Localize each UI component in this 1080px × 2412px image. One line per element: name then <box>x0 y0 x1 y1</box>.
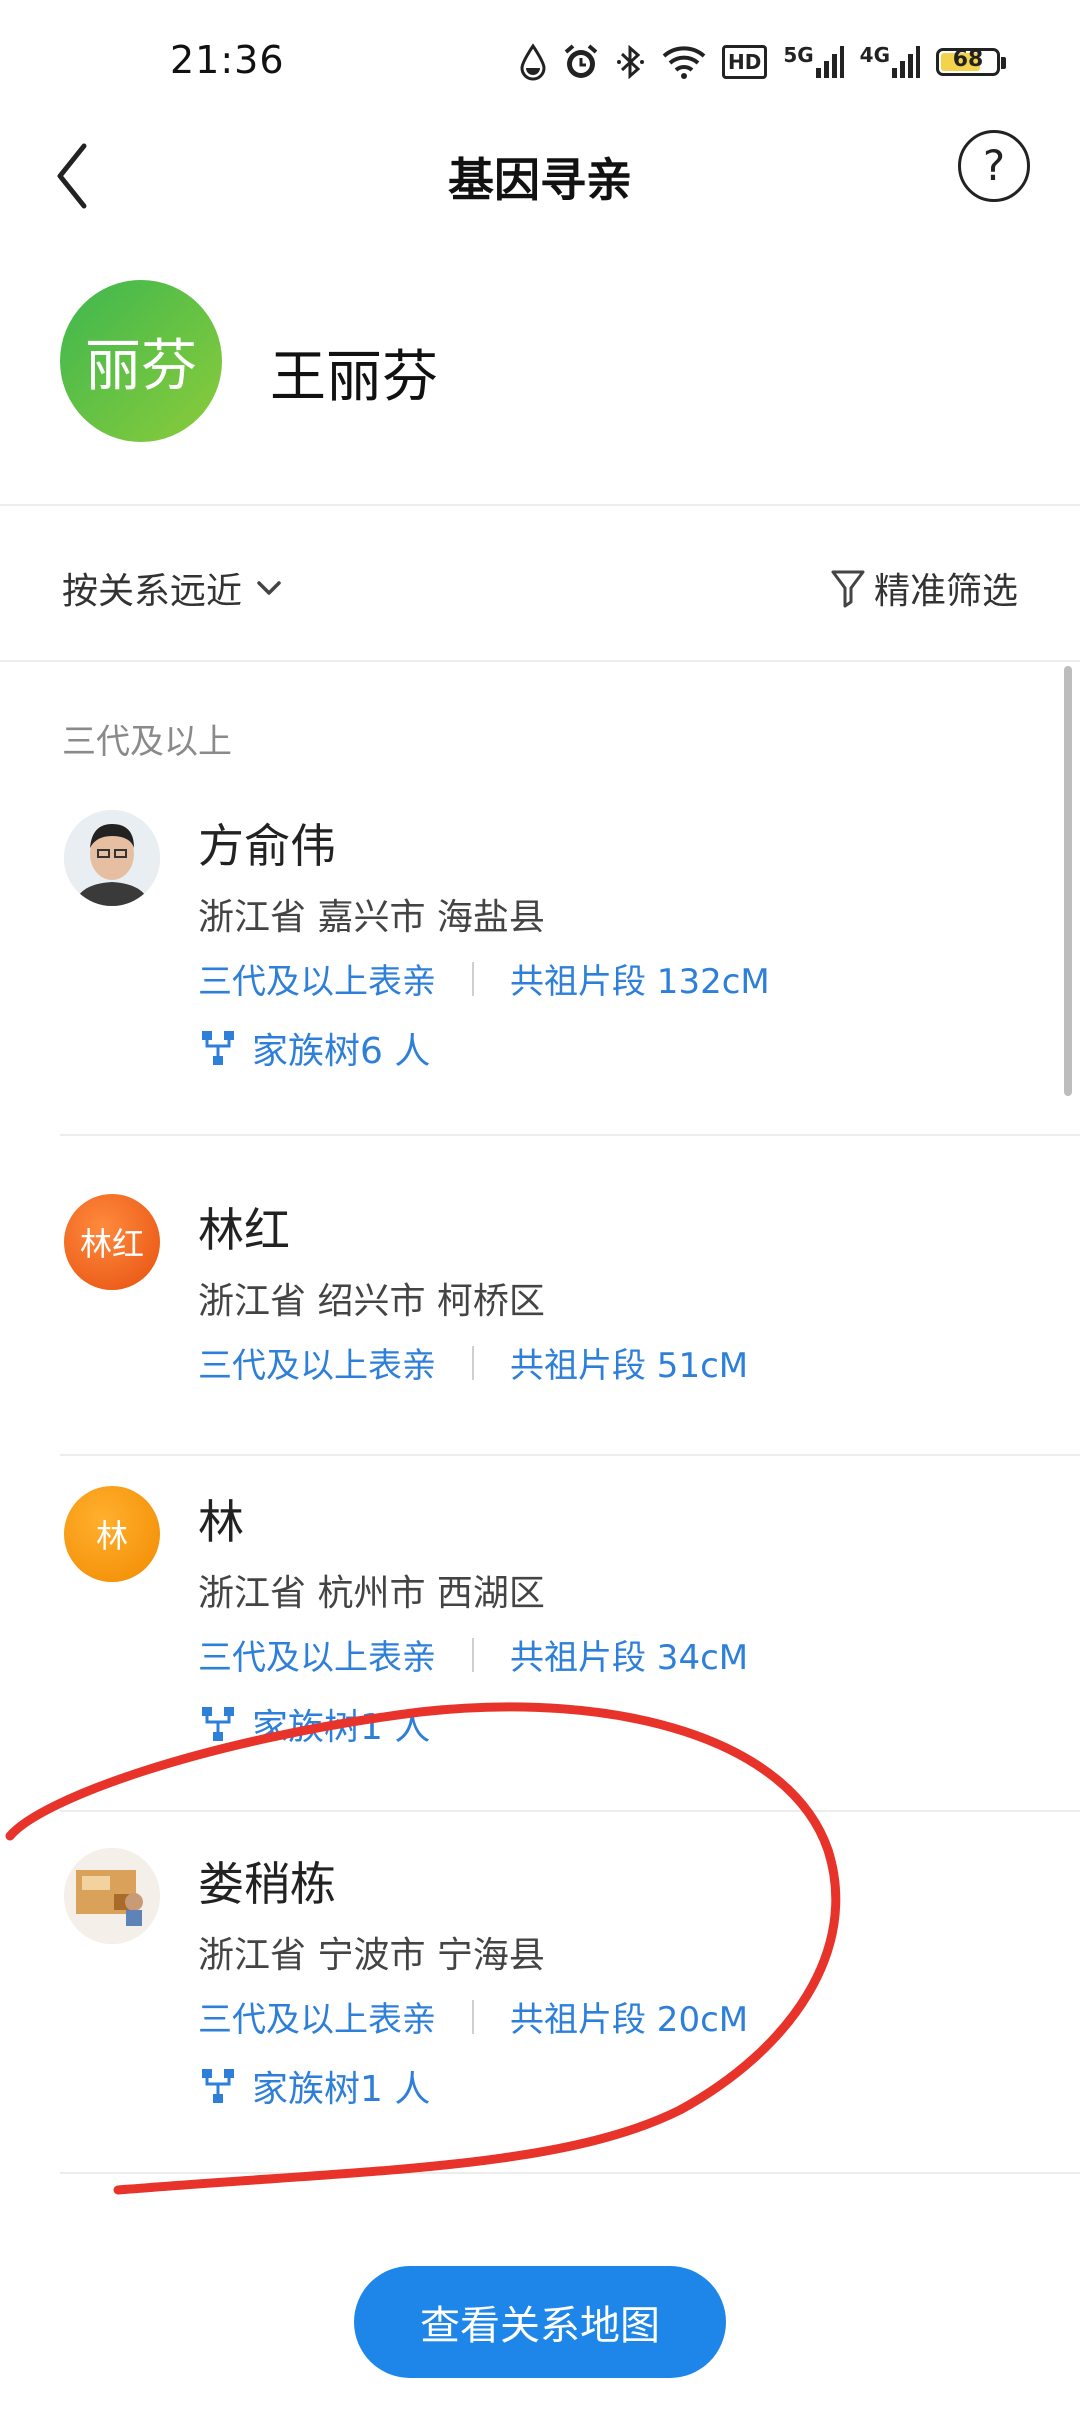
relation-label: 三代及以上表亲 <box>198 962 436 1002</box>
sort-dropdown[interactable]: 按关系远近 <box>62 562 284 614</box>
match-tags: 三代及以上表亲 共祖片段 132cM <box>198 954 770 1003</box>
chevron-down-icon <box>257 581 281 595</box>
match-name: 林红 <box>198 1203 290 1257</box>
segment-label: 共祖片段 132cM <box>510 962 770 1002</box>
photo-thumbnail-icon <box>64 1848 160 1944</box>
match-location: 浙江省 嘉兴市 海盐县 <box>198 897 545 938</box>
avatar <box>64 810 160 906</box>
match-name: 方俞伟 <box>198 819 336 873</box>
match-name: 林 <box>198 1495 244 1549</box>
profile-name: 王丽芬 <box>270 345 438 410</box>
wifi-icon <box>662 46 706 79</box>
help-button[interactable]: ? <box>958 130 1030 202</box>
family-tree-label: 家族树1 人 <box>252 1707 431 1748</box>
alarm-icon <box>564 44 598 78</box>
match-tags: 三代及以上表亲 共祖片段 51cM <box>198 1338 748 1387</box>
profile-header: 丽芬 王丽芬 <box>0 270 1080 450</box>
relation-label: 三代及以上表亲 <box>198 1346 436 1386</box>
filter-button[interactable]: 精准筛选 <box>830 562 1018 614</box>
list-item[interactable]: 娄稍栋 浙江省 宁波市 宁海县 三代及以上表亲 共祖片段 20cM 家族树1 人 <box>60 1848 1080 2174</box>
relation-label: 三代及以上表亲 <box>198 1638 436 1678</box>
segment-label: 共祖片段 34cM <box>510 1638 749 1678</box>
top-app-bar: 基因寻亲 ? <box>0 120 1080 220</box>
profile-avatar[interactable]: 丽芬 <box>60 280 222 442</box>
divider <box>60 1134 1080 1136</box>
family-tree-link[interactable]: 家族树6 人 <box>198 1022 430 1074</box>
list-item[interactable]: 林 林 浙江省 杭州市 西湖区 三代及以上表亲 共祖片段 34cM 家族树1 人 <box>60 1486 1080 1812</box>
tag-separator <box>472 1999 474 2034</box>
tag-separator <box>472 961 474 996</box>
status-bar: 21:36 HD 5G 4G 68 <box>0 0 1080 120</box>
match-location: 浙江省 宁波市 宁海县 <box>198 1935 545 1976</box>
avatar: 林 <box>64 1486 160 1582</box>
family-tree-link[interactable]: 家族树1 人 <box>198 1698 430 1750</box>
family-tree-label: 家族树1 人 <box>252 2069 431 2110</box>
match-tags: 三代及以上表亲 共祖片段 20cM <box>198 1992 748 2041</box>
relation-label: 三代及以上表亲 <box>198 2000 436 2040</box>
signal-5g-icon: 5G <box>783 42 844 82</box>
funnel-icon <box>831 570 865 608</box>
family-tree-icon <box>202 1707 234 1741</box>
match-list[interactable]: 三代及以上 方俞伟 浙江省 嘉兴市 海盐县 三代及以上表亲 共祖片段 132cM… <box>0 662 1080 2222</box>
divider <box>60 1454 1080 1456</box>
divider <box>60 1810 1080 1812</box>
drop-icon <box>520 43 546 81</box>
divider <box>60 2172 1080 2174</box>
tag-separator <box>472 1637 474 1672</box>
status-icons: HD 5G 4G 68 <box>520 40 1006 84</box>
segment-label: 共祖片段 20cM <box>510 2000 749 2040</box>
bluetooth-icon <box>616 44 644 80</box>
match-location: 浙江省 绍兴市 柯桥区 <box>198 1281 545 1322</box>
battery-icon: 68 <box>936 47 1006 76</box>
sort-label: 按关系远近 <box>62 571 243 612</box>
hd-icon: HD <box>721 45 768 79</box>
status-time: 21:36 <box>170 38 285 82</box>
match-name: 娄稍栋 <box>198 1857 336 1911</box>
filter-bar: 按关系远近 精准筛选 <box>0 506 1080 656</box>
match-tags: 三代及以上表亲 共祖片段 34cM <box>198 1630 748 1679</box>
signal-4g-icon: 4G <box>860 42 920 82</box>
match-location: 浙江省 杭州市 西湖区 <box>198 1573 545 1614</box>
avatar: 林红 <box>64 1194 160 1290</box>
family-tree-icon <box>202 1031 234 1065</box>
family-tree-link[interactable]: 家族树1 人 <box>198 2060 430 2112</box>
view-relationship-map-button[interactable]: 查看关系地图 <box>354 2266 726 2378</box>
list-item[interactable]: 方俞伟 浙江省 嘉兴市 海盐县 三代及以上表亲 共祖片段 132cM 家族树6 … <box>60 810 1080 1136</box>
list-item[interactable]: 林红 林红 浙江省 绍兴市 柯桥区 三代及以上表亲 共祖片段 51cM <box>60 1194 1080 1456</box>
person-photo-icon <box>64 810 160 906</box>
section-title: 三代及以上 <box>62 722 232 762</box>
segment-label: 共祖片段 51cM <box>510 1346 749 1386</box>
family-tree-icon <box>202 2069 234 2103</box>
avatar <box>64 1848 160 1944</box>
filter-label: 精准筛选 <box>873 571 1018 612</box>
family-tree-label: 家族树6 人 <box>252 1031 431 1072</box>
page-title: 基因寻亲 <box>448 153 632 207</box>
tag-separator <box>472 1345 474 1380</box>
